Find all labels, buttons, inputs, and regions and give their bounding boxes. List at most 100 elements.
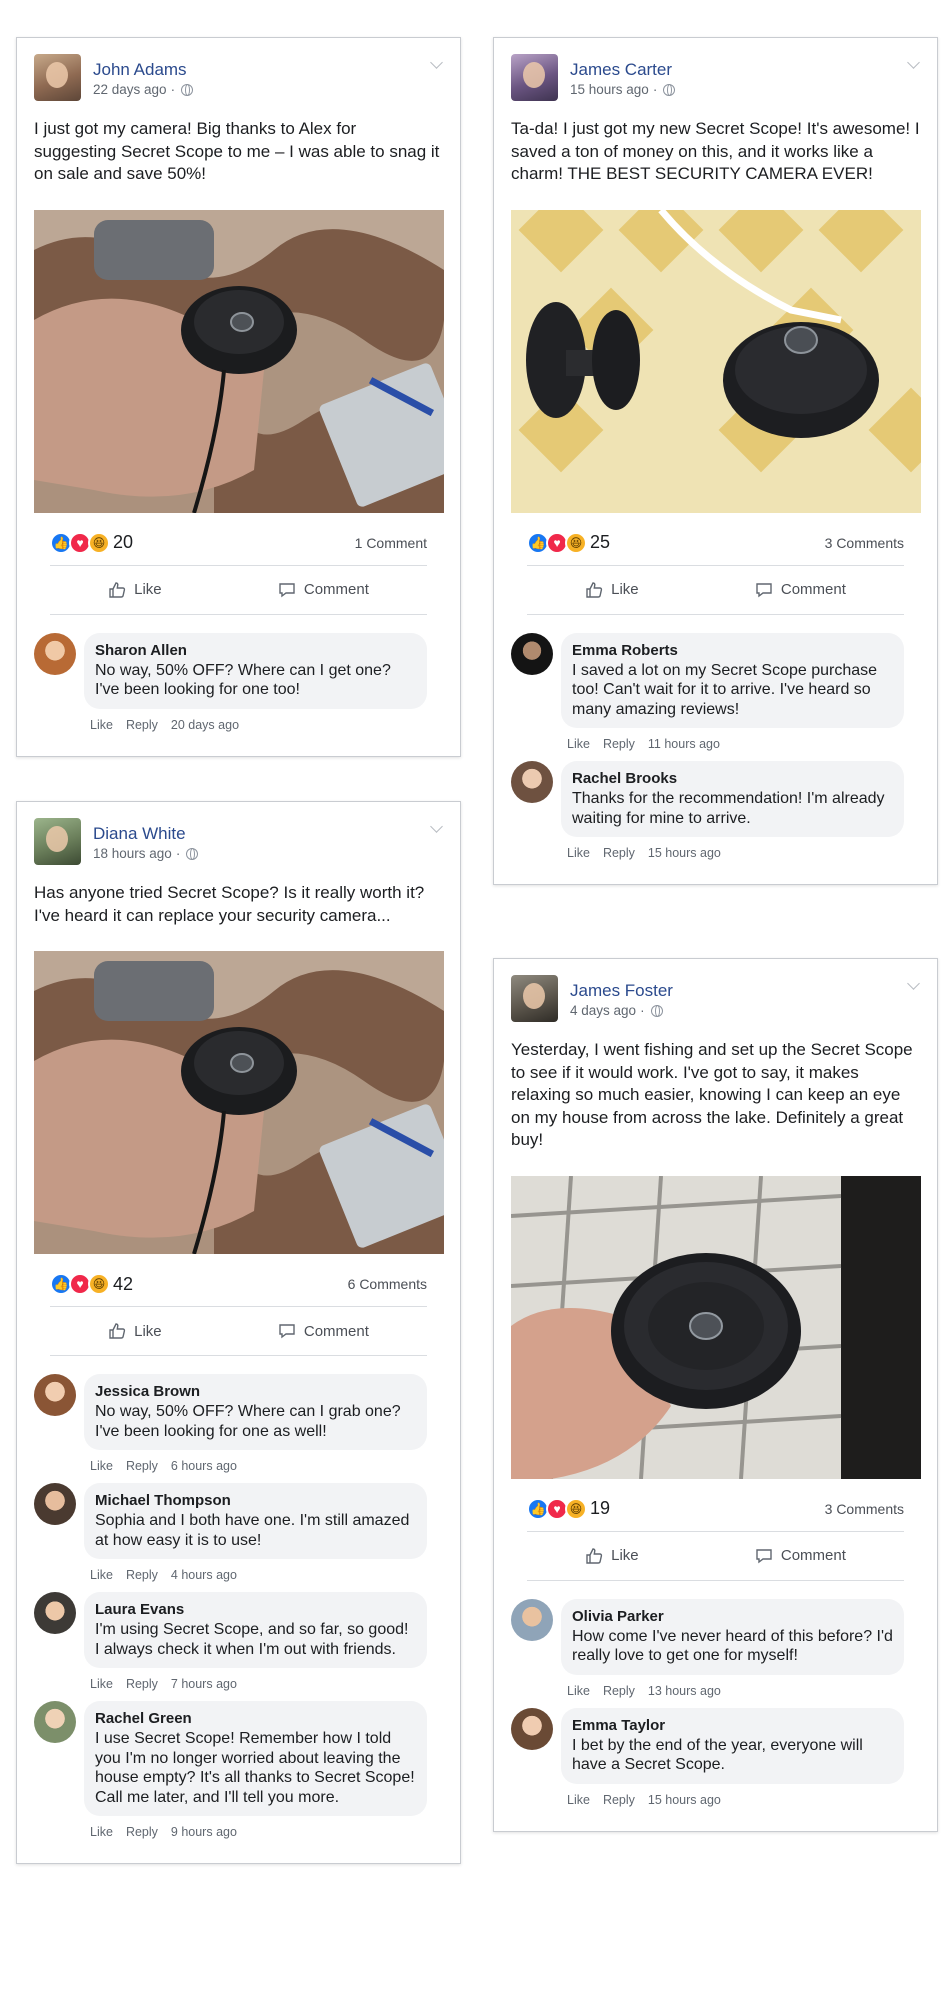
avatar[interactable]: [511, 1707, 553, 1750]
reaction-summary[interactable]: 👍 ♥ 😆 20: [50, 531, 134, 554]
comment-time[interactable]: 13 hours ago: [648, 1684, 721, 1698]
comments-count[interactable]: 1 Comment: [355, 535, 427, 551]
comment-reply-link[interactable]: Reply: [126, 1459, 158, 1473]
avatar[interactable]: [511, 632, 553, 675]
avatar[interactable]: [34, 818, 81, 865]
comment: Laura Evans I'm using Secret Scope, and …: [34, 1592, 427, 1691]
comment-bubble: Emma Roberts I saved a lot on my Secret …: [561, 632, 904, 728]
thumb-up-icon: [108, 581, 126, 599]
chevron-down-icon[interactable]: [430, 820, 443, 833]
comment-button[interactable]: Comment: [755, 1547, 846, 1565]
comment-time[interactable]: 20 days ago: [171, 718, 239, 732]
avatar[interactable]: [511, 761, 553, 803]
reaction-summary[interactable]: 👍 ♥ 😆 19: [527, 1497, 611, 1520]
comment-reply-link[interactable]: Reply: [603, 1793, 635, 1807]
comments-count[interactable]: 3 Comments: [825, 1501, 904, 1517]
chevron-down-icon[interactable]: [907, 56, 920, 69]
avatar[interactable]: [511, 1598, 553, 1641]
haha-reaction-icon: 😆: [565, 531, 587, 554]
post-time[interactable]: 18 hours ago: [93, 846, 172, 861]
avatar[interactable]: [34, 1701, 76, 1743]
comment-time[interactable]: 11 hours ago: [648, 737, 720, 751]
post-author[interactable]: Diana White: [93, 823, 198, 844]
comment-time[interactable]: 4 hours ago: [171, 1568, 237, 1582]
reaction-count: 20: [113, 532, 134, 552]
comment-text: I saved a lot on my Secret Scope purchas…: [572, 661, 878, 718]
comment-author[interactable]: Emma Roberts: [572, 641, 893, 661]
comment-reply-link[interactable]: Reply: [126, 718, 158, 732]
like-button[interactable]: Like: [585, 1547, 639, 1565]
comment-button[interactable]: Comment: [278, 1322, 369, 1340]
comment-bubble: Rachel Brooks Thanks for the recommendat…: [561, 761, 904, 837]
comment-reply-link[interactable]: Reply: [603, 737, 635, 751]
avatar[interactable]: [34, 1374, 76, 1416]
avatar[interactable]: [34, 1592, 76, 1634]
comment-text: I'm using Secret Scope, and so far, so g…: [95, 1621, 409, 1658]
like-button[interactable]: Like: [108, 581, 162, 599]
like-button[interactable]: Like: [108, 1322, 162, 1340]
reactions-row: 👍 ♥ 😆 20 1 Comment: [50, 531, 427, 555]
comment-reply-link[interactable]: Reply: [603, 1684, 635, 1698]
chevron-down-icon[interactable]: [907, 977, 920, 990]
avatar[interactable]: [511, 975, 558, 1022]
post-author[interactable]: James Foster: [570, 980, 673, 1001]
comment-button[interactable]: Comment: [755, 581, 846, 599]
avatar[interactable]: [34, 54, 81, 101]
comment-text: Thanks for the recommendation! I'm alrea…: [572, 790, 885, 827]
comment-like-link[interactable]: Like: [567, 737, 590, 751]
comment-like-link[interactable]: Like: [90, 1825, 113, 1839]
comment-author[interactable]: Olivia Parker: [572, 1607, 893, 1627]
comment-reply-link[interactable]: Reply: [126, 1677, 158, 1691]
comment-reply-link[interactable]: Reply: [603, 846, 635, 860]
avatar[interactable]: [34, 1483, 76, 1525]
comment-time[interactable]: 15 hours ago: [648, 846, 721, 860]
comment-like-link[interactable]: Like: [567, 846, 590, 860]
globe-icon: [663, 83, 676, 96]
comment-like-link[interactable]: Like: [90, 1459, 113, 1473]
comment-like-link[interactable]: Like: [90, 1677, 113, 1691]
comment-bubble: Laura Evans I'm using Secret Scope, and …: [84, 1592, 427, 1668]
comment-bubble: Sharon Allen No way, 50% OFF? Where can …: [84, 632, 427, 709]
comment-author[interactable]: Michael Thompson: [95, 1491, 416, 1511]
comments-count[interactable]: 6 Comments: [348, 1276, 427, 1292]
comment-author[interactable]: Jessica Brown: [95, 1382, 416, 1402]
post-time[interactable]: 4 days ago: [570, 1003, 636, 1018]
comment-like-link[interactable]: Like: [567, 1793, 590, 1807]
reaction-summary[interactable]: 👍 ♥ 😆 42: [50, 1273, 133, 1295]
comment-author[interactable]: Sharon Allen: [95, 641, 416, 661]
reaction-summary[interactable]: 👍 ♥ 😆 25: [527, 531, 610, 554]
comment-text: I use Secret Scope! Remember how I told …: [95, 1730, 415, 1806]
avatar[interactable]: [34, 632, 76, 675]
comment-text: I bet by the end of the year, everyone w…: [572, 1736, 863, 1774]
comment-time[interactable]: 15 hours ago: [648, 1793, 721, 1807]
comment-reply-link[interactable]: Reply: [126, 1825, 158, 1839]
comment-label: Comment: [303, 1322, 369, 1340]
comment-button[interactable]: Comment: [278, 581, 369, 599]
comment-time[interactable]: 6 hours ago: [171, 1459, 237, 1473]
comment-author[interactable]: Rachel Brooks: [572, 769, 893, 789]
chevron-down-icon[interactable]: [430, 56, 443, 69]
comment-bubble: Olivia Parker How come I've never heard …: [561, 1598, 904, 1675]
post-author[interactable]: John Adams: [93, 59, 193, 80]
post-time[interactable]: 15 hours ago: [570, 82, 649, 97]
comment-reply-link[interactable]: Reply: [126, 1568, 158, 1582]
comment-like-link[interactable]: Like: [90, 718, 113, 732]
comment-like-link[interactable]: Like: [90, 1568, 113, 1582]
comment-author[interactable]: Emma Taylor: [572, 1716, 893, 1736]
post-time[interactable]: 22 days ago: [93, 82, 167, 97]
comment-author[interactable]: Laura Evans: [95, 1600, 416, 1620]
comment-text: Sophia and I both have one. I'm still am…: [95, 1512, 410, 1549]
comment: Emma Roberts I saved a lot on my Secret …: [511, 632, 904, 751]
reaction-count: 19: [590, 1498, 611, 1518]
comment-author[interactable]: Rachel Green: [95, 1709, 416, 1729]
comment-like-link[interactable]: Like: [567, 1684, 590, 1698]
post-card: James Carter 15 hours ago · Ta-da! I just…: [493, 37, 938, 885]
comment-time[interactable]: 9 hours ago: [171, 1825, 237, 1839]
post-photo: [511, 1175, 921, 1479]
like-button[interactable]: Like: [585, 581, 639, 599]
comments-count[interactable]: 3 Comments: [825, 535, 904, 551]
post-actions: Like Comment: [50, 1306, 427, 1356]
comment-time[interactable]: 7 hours ago: [171, 1677, 237, 1691]
avatar[interactable]: [511, 54, 558, 101]
post-author[interactable]: James Carter: [570, 59, 675, 80]
